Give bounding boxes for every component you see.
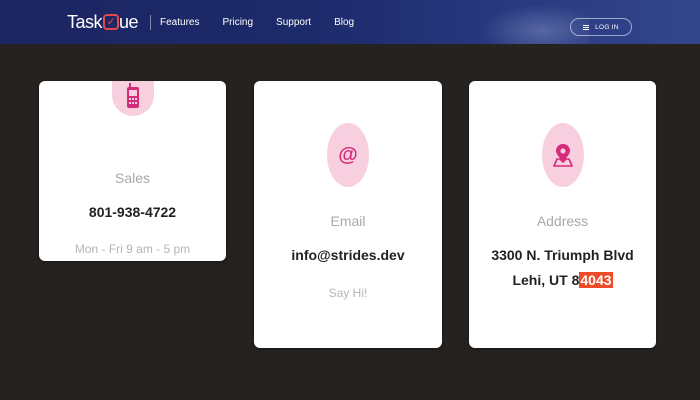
login-label: LOG IN (595, 23, 619, 31)
nav-link-features[interactable]: Features (160, 17, 199, 28)
top-navbar: Task ✓ ue Features Pricing Support Blog … (0, 0, 700, 44)
login-button[interactable]: LOG IN (570, 18, 632, 36)
nav-link-support[interactable]: Support (276, 17, 311, 28)
email-label: Email (330, 213, 366, 229)
at-sign-icon: @ (338, 144, 358, 166)
sales-icon-circle (111, 81, 154, 116)
mobile-phone-icon (126, 82, 139, 108)
email-card: @ Email info@strides.dev Say Hi! (254, 81, 442, 348)
map-pin-icon (552, 144, 573, 167)
sales-label: Sales (114, 170, 151, 186)
nav-divider (150, 15, 151, 30)
email-icon-circle: @ (327, 123, 369, 187)
sales-hours: Mon - Fri 9 am - 5 pm (74, 242, 191, 256)
address-label: Address (536, 213, 589, 229)
sales-card: Sales 801-938-4722 Mon - Fri 9 am - 5 pm (39, 81, 226, 261)
taskque-logo[interactable]: Task ✓ ue (67, 10, 139, 34)
logo-text-prefix: Task (67, 11, 103, 32)
nav-link-pricing[interactable]: Pricing (222, 17, 253, 28)
address-line-2: Lehi, UT 84043 (469, 272, 656, 288)
email-address[interactable]: info@strides.dev (254, 247, 442, 263)
address-zip-highlight: 4043 (579, 272, 613, 288)
address-line-2-text: Lehi, UT 8 (512, 272, 580, 288)
logo-check-icon: ✓ (103, 14, 120, 30)
logo-text-suffix: ue (119, 11, 139, 32)
address-card: Address 3300 N. Triumph Blvd Lehi, UT 84… (469, 81, 656, 348)
email-say-hi: Say Hi! (328, 286, 368, 300)
address-icon-circle (541, 123, 584, 187)
address-line-1: 3300 N. Triumph Blvd (491, 247, 634, 263)
nav-link-blog[interactable]: Blog (334, 17, 354, 28)
sales-phone[interactable]: 801-938-4722 (39, 204, 226, 220)
menu-icon (583, 24, 590, 30)
main-nav: Features Pricing Support Blog (160, 0, 377, 44)
